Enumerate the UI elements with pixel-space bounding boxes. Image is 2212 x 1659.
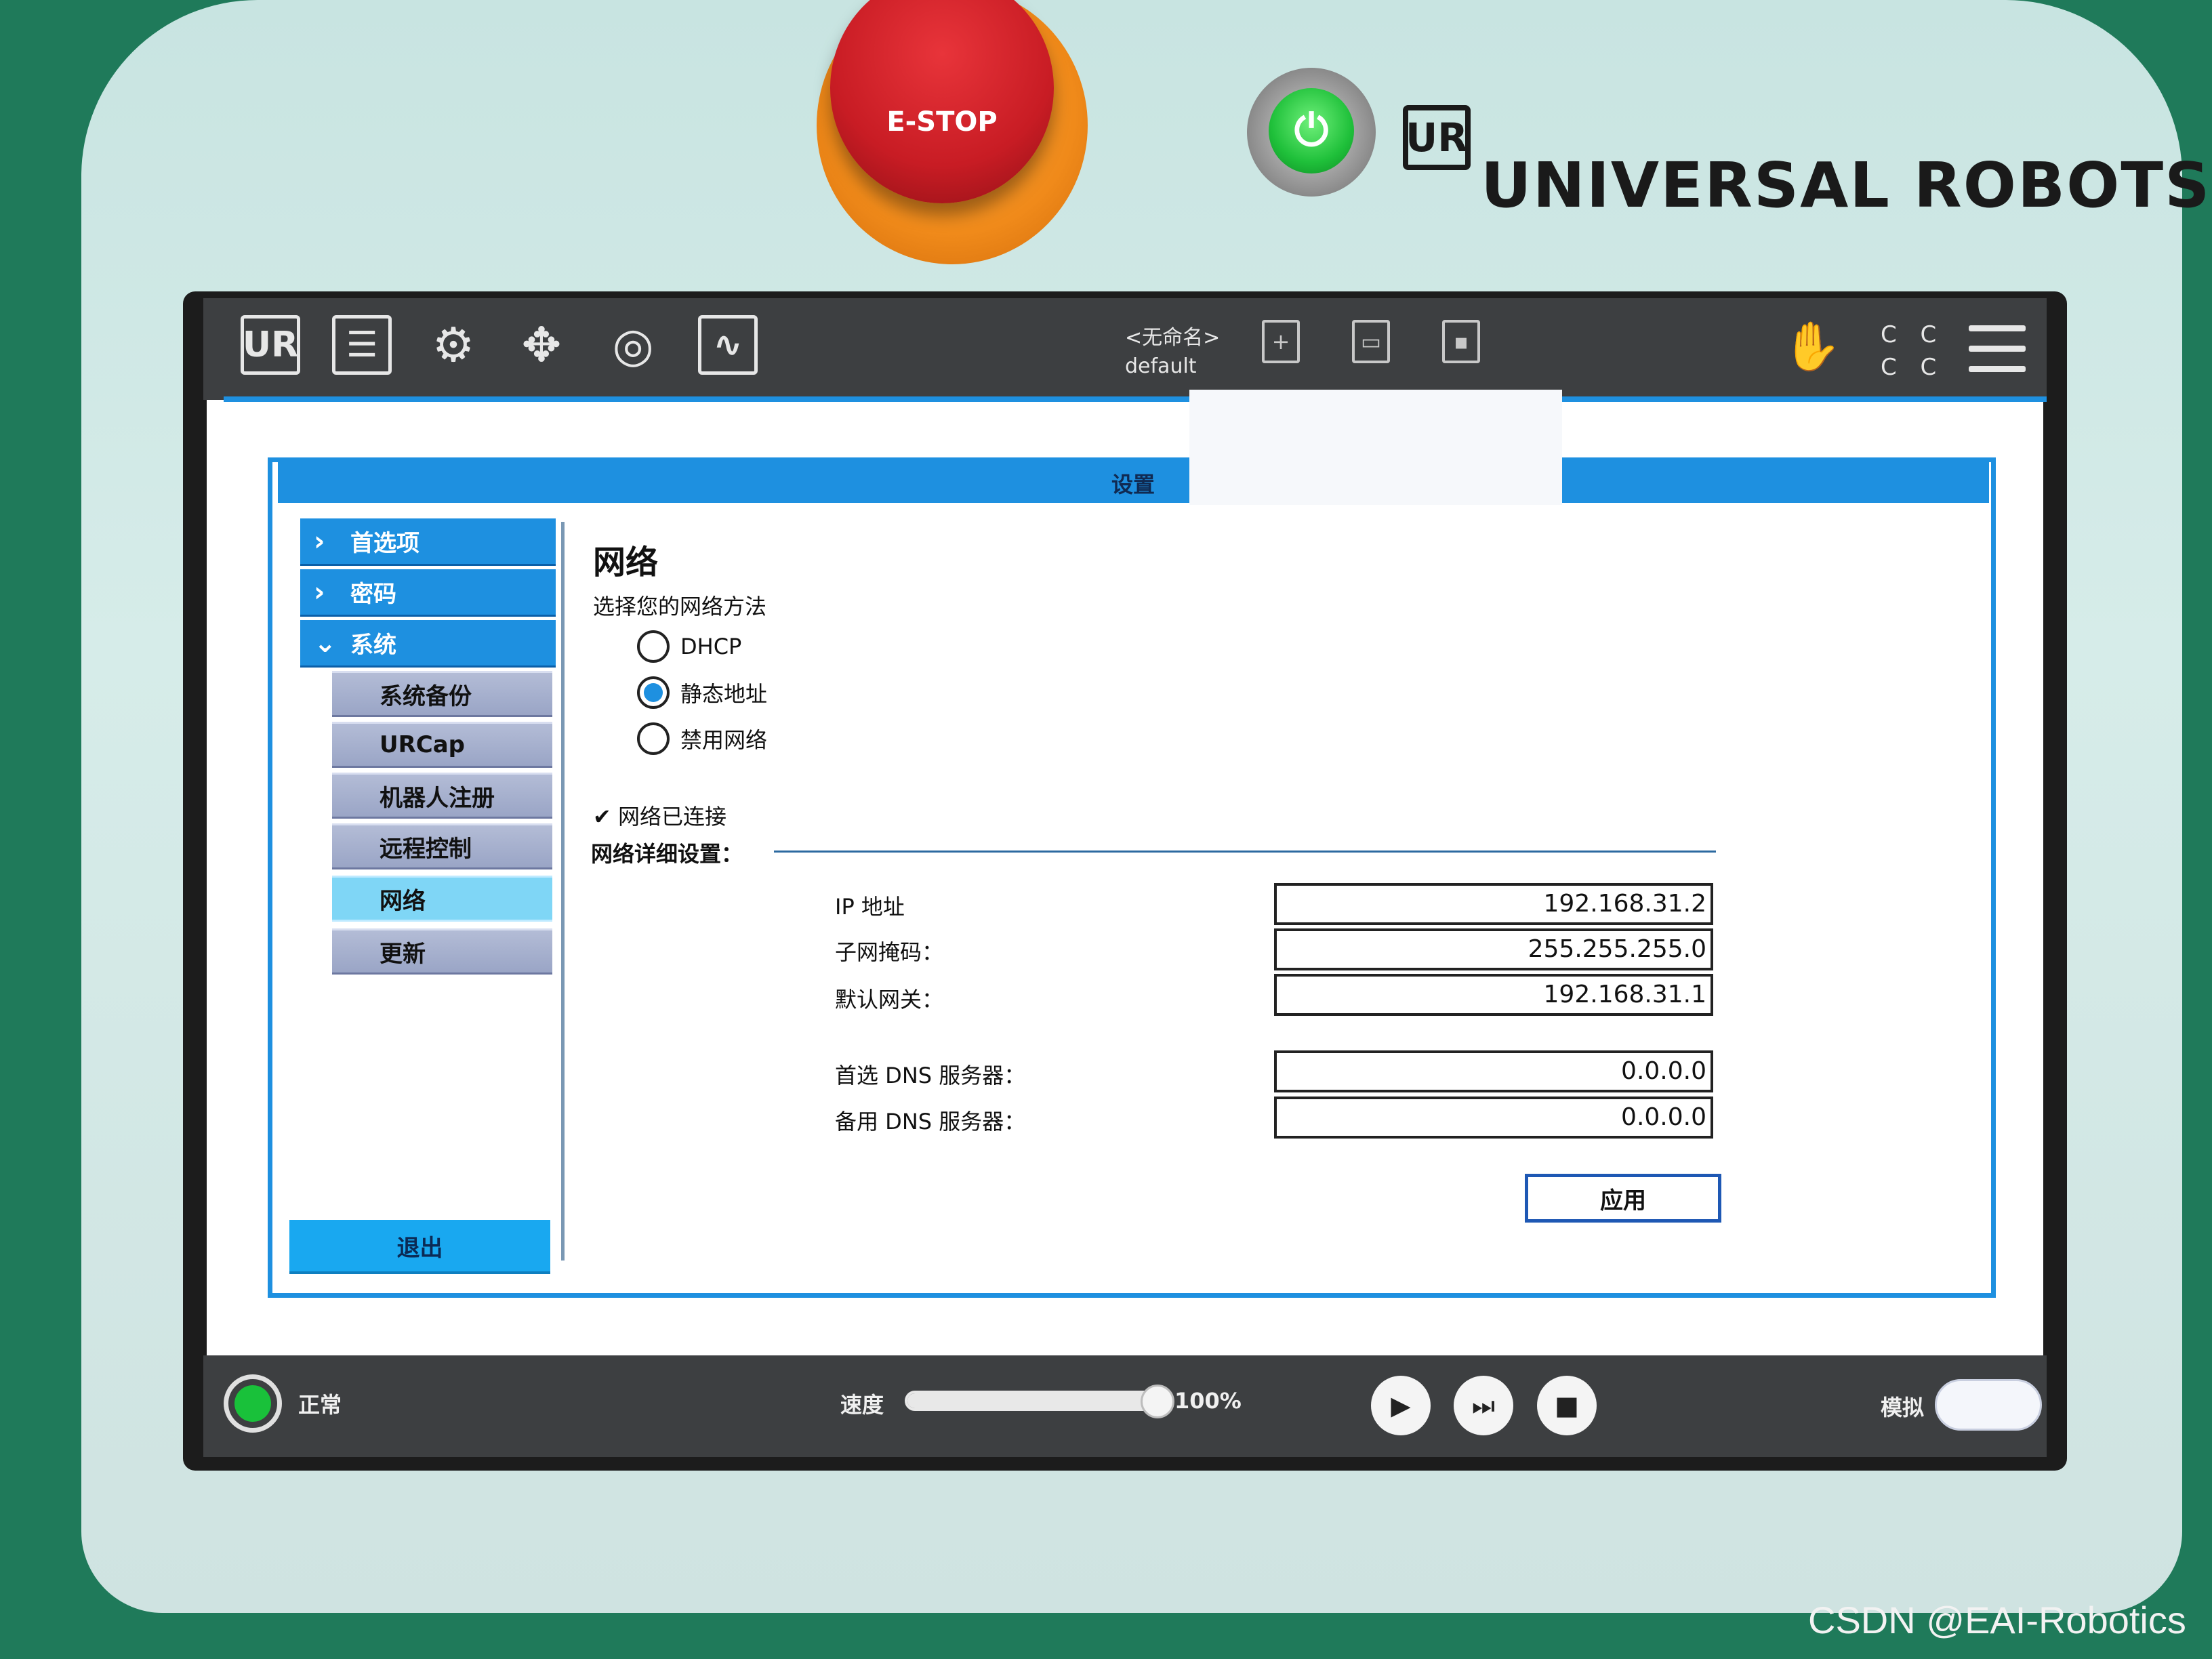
dialog-title: 设置 bbox=[1111, 472, 1155, 497]
network-details-label: 网络详细设置： bbox=[591, 841, 743, 867]
installation-icon[interactable]: ⚙ bbox=[424, 315, 483, 375]
hamburger-menu-icon[interactable] bbox=[1969, 325, 2026, 373]
simulation-toggle[interactable] bbox=[1935, 1379, 2042, 1431]
play-icon: ▶ bbox=[1391, 1391, 1411, 1420]
ur-logo-icon[interactable]: UR bbox=[241, 315, 300, 375]
watermark: CSDN @EAI-Robotics bbox=[1808, 1599, 2186, 1641]
speed-slider-fill bbox=[907, 1393, 1160, 1408]
sidebar-item-label: 首选项 bbox=[350, 530, 419, 557]
step-button[interactable]: ⏭ bbox=[1454, 1376, 1513, 1435]
sidebar-divider bbox=[561, 522, 565, 1261]
chevron-right-icon: › bbox=[314, 576, 325, 608]
open-folder-icon[interactable]: ▭ bbox=[1352, 320, 1390, 363]
network-connected-status: ✔ 网络已连接 bbox=[593, 804, 726, 830]
robot-status-button[interactable] bbox=[224, 1374, 282, 1433]
radio-selected-dot bbox=[644, 683, 663, 702]
radio-dhcp[interactable]: DHCP bbox=[637, 630, 741, 663]
sidebar-sub-backup[interactable]: 系统备份 bbox=[332, 671, 552, 717]
speed-slider-handle[interactable] bbox=[1141, 1385, 1174, 1418]
save-icon[interactable]: ▪ bbox=[1442, 320, 1480, 363]
brand-name: UNIVERSAL ROBOTS bbox=[1481, 149, 2211, 222]
cc-icon[interactable]: C CC C bbox=[1881, 319, 1944, 384]
alternate-dns-label: 备用 DNS 服务器： bbox=[835, 1109, 1026, 1134]
radio-label: DHCP bbox=[680, 634, 742, 659]
sidebar-sub-remote-control[interactable]: 远程控制 bbox=[332, 823, 552, 869]
sidebar-item-label: 密码 bbox=[350, 581, 396, 608]
program-name: <无命名> bbox=[1125, 326, 1221, 350]
ip-address-field[interactable]: 192.168.31.2 bbox=[1274, 883, 1713, 925]
default-gateway-label: 默认网关： bbox=[835, 987, 944, 1012]
preferred-dns-field[interactable]: 0.0.0.0 bbox=[1274, 1050, 1713, 1092]
radio-button[interactable] bbox=[637, 630, 670, 663]
page-title: 网络 bbox=[593, 544, 659, 581]
new-file-icon[interactable]: + bbox=[1262, 320, 1300, 363]
status-led-icon bbox=[234, 1385, 271, 1422]
sidebar-item-label: 系统 bbox=[350, 632, 396, 659]
stop-button[interactable]: ■ bbox=[1537, 1376, 1597, 1435]
move-icon[interactable]: ✥ bbox=[512, 315, 571, 375]
radio-disable-network[interactable]: 禁用网络 bbox=[637, 722, 767, 755]
network-method-prompt: 选择您的网络方法 bbox=[593, 594, 767, 619]
radio-label: 静态地址 bbox=[680, 681, 768, 707]
radio-button[interactable] bbox=[637, 722, 670, 755]
sidebar-sub-network[interactable]: 网络 bbox=[332, 876, 552, 922]
sidebar-sub-robot-registration[interactable]: 机器人注册 bbox=[332, 773, 552, 819]
speed-value: 100% bbox=[1174, 1388, 1242, 1414]
power-icon: ⏻ bbox=[1294, 106, 1329, 156]
sidebar-item-password[interactable]: › 密码 bbox=[300, 569, 556, 617]
installation-name: default bbox=[1125, 354, 1197, 378]
ur-brand-logo: UR bbox=[1403, 105, 1471, 170]
default-gateway-field[interactable]: 192.168.31.1 bbox=[1274, 974, 1713, 1016]
robot-status-text: 正常 bbox=[298, 1392, 342, 1418]
ip-address-label: IP 地址 bbox=[835, 894, 905, 920]
overlay-patch bbox=[1189, 390, 1562, 505]
play-button[interactable]: ▶ bbox=[1371, 1376, 1431, 1435]
sidebar-sub-update[interactable]: 更新 bbox=[332, 928, 552, 975]
stop-icon: ■ bbox=[1555, 1391, 1579, 1420]
preferred-dns-label: 首选 DNS 服务器： bbox=[835, 1063, 1026, 1088]
details-divider bbox=[774, 851, 1716, 853]
step-forward-icon: ⏭ bbox=[1471, 1390, 1496, 1420]
chevron-right-icon: › bbox=[314, 525, 325, 557]
radio-label: 禁用网络 bbox=[680, 727, 768, 753]
radio-static-address[interactable]: 静态地址 bbox=[637, 676, 767, 709]
estop-label: E-STOP bbox=[886, 106, 998, 138]
speed-label: 速度 bbox=[840, 1392, 884, 1418]
program-icon[interactable]: ☰ bbox=[332, 315, 392, 375]
io-icon[interactable]: ◎ bbox=[603, 315, 663, 375]
sidebar-item-preferences[interactable]: › 首选项 bbox=[300, 518, 556, 566]
radio-button[interactable] bbox=[637, 676, 670, 709]
subnet-mask-label: 子网掩码： bbox=[835, 939, 944, 965]
power-button[interactable]: ⏻ bbox=[1269, 88, 1354, 173]
exit-button[interactable]: 退出 bbox=[289, 1220, 550, 1274]
speed-slider[interactable] bbox=[905, 1391, 1162, 1411]
chevron-down-icon: ⌄ bbox=[314, 627, 337, 659]
sidebar-item-system[interactable]: ⌄ 系统 bbox=[300, 620, 556, 668]
apply-button[interactable]: 应用 bbox=[1525, 1174, 1721, 1223]
simulation-label: 模拟 bbox=[1881, 1395, 1925, 1420]
program-info: <无命名> default bbox=[1125, 324, 1220, 381]
log-icon[interactable]: ∿ bbox=[698, 315, 758, 375]
header-accent-line bbox=[224, 396, 2047, 402]
freedrive-hand-icon[interactable]: ✋ bbox=[1782, 319, 1841, 375]
subnet-mask-field[interactable]: 255.255.255.0 bbox=[1274, 928, 1713, 970]
alternate-dns-field[interactable]: 0.0.0.0 bbox=[1274, 1097, 1713, 1139]
sidebar-sub-urcap[interactable]: URCap bbox=[332, 722, 552, 768]
